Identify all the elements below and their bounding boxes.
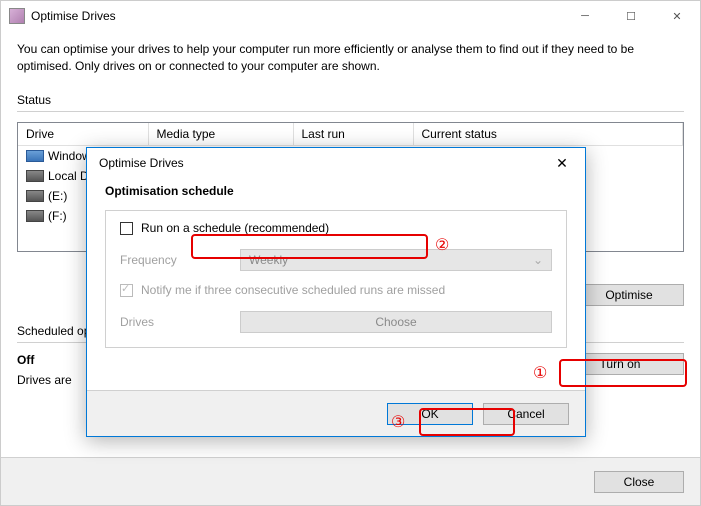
dialog-button-bar: OK Cancel [87, 390, 585, 436]
status-label: Status [17, 93, 684, 107]
dialog-close-button[interactable]: ✕ [547, 148, 577, 178]
notify-label: Notify me if three consecutive scheduled… [141, 283, 445, 297]
close-main-button[interactable]: Close [594, 471, 684, 493]
optimise-button[interactable]: Optimise [574, 284, 684, 306]
frequency-combo: Weekly ⌄ [240, 249, 552, 271]
schedule-dialog: Optimise Drives ✕ Optimisation schedule … [86, 147, 586, 437]
drive-name: (E:) [48, 189, 67, 203]
main-window: Optimise Drives ─ ☐ ✕ You can optimise y… [0, 0, 701, 506]
drive-icon [26, 170, 44, 182]
intro-text: You can optimise your drives to help you… [17, 41, 684, 75]
dialog-heading: Optimisation schedule [105, 184, 567, 198]
ok-button[interactable]: OK [387, 403, 473, 425]
minimize-button[interactable]: ─ [562, 1, 608, 31]
app-icon [9, 8, 25, 24]
close-button[interactable]: ✕ [654, 1, 700, 31]
frequency-label: Frequency [120, 253, 240, 267]
drive-icon [26, 150, 44, 162]
drive-icon [26, 210, 44, 222]
titlebar: Optimise Drives ─ ☐ ✕ [1, 1, 700, 31]
bottom-bar: Close [1, 457, 700, 505]
col-drive[interactable]: Drive [18, 123, 148, 146]
dialog-titlebar: Optimise Drives ✕ [87, 148, 585, 178]
window-title: Optimise Drives [31, 9, 562, 23]
schedule-group: Run on a schedule (recommended) Frequenc… [105, 210, 567, 348]
run-schedule-label: Run on a schedule (recommended) [141, 221, 329, 235]
col-media[interactable]: Media type [148, 123, 293, 146]
frequency-value: Weekly [249, 253, 288, 267]
run-schedule-checkbox[interactable] [120, 222, 133, 235]
divider [17, 111, 684, 112]
drive-name: (F:) [48, 209, 67, 223]
cancel-button[interactable]: Cancel [483, 403, 569, 425]
maximize-button[interactable]: ☐ [608, 1, 654, 31]
dialog-title: Optimise Drives [99, 156, 547, 170]
drive-icon [26, 190, 44, 202]
drives-label: Drives [120, 315, 240, 329]
notify-checkbox [120, 284, 133, 297]
choose-drives-button: Choose [240, 311, 552, 333]
col-status[interactable]: Current status [413, 123, 683, 146]
chevron-down-icon: ⌄ [533, 253, 543, 267]
col-lastrun[interactable]: Last run [293, 123, 413, 146]
